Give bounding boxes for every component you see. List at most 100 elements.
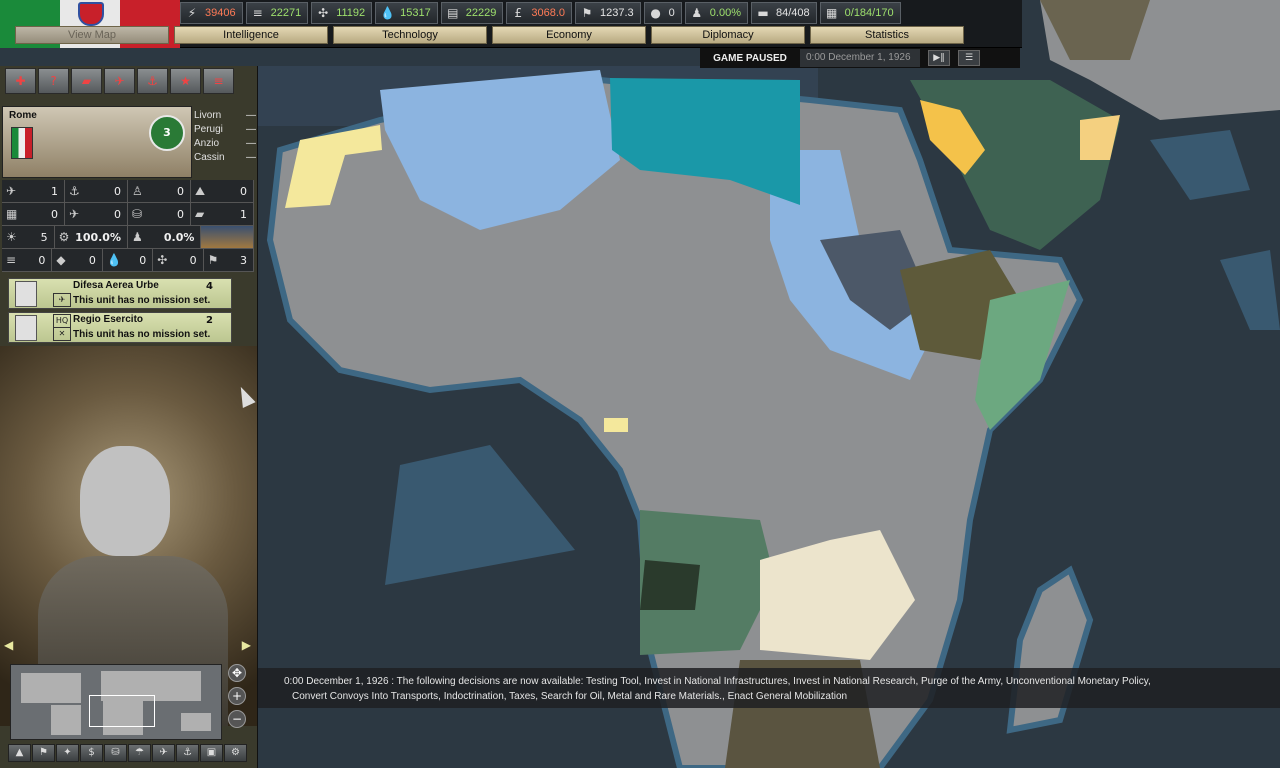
menu-button[interactable]: ☰ [958, 50, 980, 66]
nearby-province[interactable]: Anzio — [194, 138, 256, 152]
resource-nuke[interactable]: ● 0 [643, 2, 682, 24]
unit-card-air[interactable]: ✈ Difesa Aerea Urbe 4 This unit has no m… [8, 278, 232, 309]
anchor-icon[interactable]: ⚓ [137, 68, 168, 94]
stat-icon: ⛰ [195, 183, 206, 198]
game-paused-label: GAME PAUSED [713, 52, 787, 64]
zoom-in-icon[interactable]: + [228, 687, 246, 705]
supply-mode-icon[interactable]: ✦ [56, 744, 79, 762]
stat-value: 0 [177, 207, 184, 221]
tab-intelligence[interactable]: Intelligence [174, 26, 328, 44]
stat-icon: ⛁ [132, 207, 143, 221]
stat-cell: ▰ 1 [191, 203, 254, 225]
stat-cell: ⛁ 0 [128, 203, 191, 225]
resource-dissent[interactable]: ♟ 0.00% [684, 2, 748, 24]
stats-row: ✈ 1 ⚓ 0 ♙ 0 ⛰ 0 [2, 180, 254, 203]
plane-icon[interactable]: ✈ [104, 68, 135, 94]
infantry-icon: ✕ [53, 327, 71, 341]
production-toolbar: ✚ ? ▰ ✈ ⚓ ★ ≡ [5, 68, 234, 94]
resource-money[interactable]: £3068.0 [506, 2, 572, 24]
resource-transports[interactable]: ▬ 84/408 [750, 2, 817, 24]
supplies-icon: ▤ [447, 6, 459, 20]
nearby-province-name: Anzio [194, 138, 220, 149]
resource-oil[interactable]: 💧 15317 [375, 2, 438, 24]
tab-economy[interactable]: Economy [492, 26, 646, 44]
resource-rare-materials[interactable]: ✣ 11192 [311, 2, 373, 24]
stat-cell: ✈ 1 [2, 180, 65, 202]
savoy-crest-icon [78, 2, 104, 26]
province-card[interactable]: Rome 3 [2, 106, 192, 178]
stat-cell: ♙ 0 [128, 180, 191, 202]
resource-value: 0/184/170 [844, 7, 894, 19]
stat-value: 0 [139, 253, 147, 267]
leader-portrait-face [80, 446, 170, 556]
nearby-province[interactable]: Cassin — [194, 152, 256, 166]
province-flag-icon [11, 127, 33, 159]
tank-icon[interactable]: ▰ [71, 68, 102, 94]
settings-mode-icon[interactable]: ⚙ [224, 744, 247, 762]
resource-manpower[interactable]: ⚑ 1237.3 [575, 2, 641, 24]
next-arrow-icon[interactable]: ▶ [242, 638, 251, 652]
resource-value: 11192 [336, 7, 366, 19]
stat-icon: ▦ [6, 207, 18, 221]
zoom-fit-icon[interactable]: ✥ [228, 664, 246, 682]
resource-supplies[interactable]: ▤ 22229 [440, 2, 504, 24]
stat-icon: ⚓ [69, 184, 80, 198]
nearby-province[interactable]: Perugi — [194, 124, 256, 138]
stat-icon: 💧 [106, 253, 122, 267]
tab-view-map[interactable]: View Map [15, 26, 169, 44]
commander-portrait-icon [15, 315, 37, 341]
stat-cell: ✣ 0 [153, 249, 204, 271]
message-log[interactable]: 0:00 December 1, 1926 : The following de… [258, 668, 1280, 708]
political-mode-icon[interactable]: ⚑ [32, 744, 55, 762]
fighter-icon: ✈ [53, 293, 71, 307]
nearby-province[interactable]: Livorn — [194, 110, 256, 124]
prev-arrow-icon[interactable]: ◀ [4, 638, 13, 652]
economy-mode-icon[interactable]: $ [80, 744, 103, 762]
play-pause-button[interactable]: ▶‖ [928, 50, 950, 66]
stat-icon: ✈ [69, 207, 80, 221]
terrain-mode-icon[interactable]: ▲ [8, 744, 31, 762]
province-link-icon: — [246, 110, 256, 121]
transports-icon: ▬ [757, 6, 769, 20]
province-name: Rome [9, 110, 37, 121]
star-icon[interactable]: ★ [170, 68, 201, 94]
angola-dark [640, 560, 700, 610]
tab-diplomacy[interactable]: Diplomacy [651, 26, 805, 44]
stat-cell: ≡ 0 [2, 249, 53, 271]
left-panel: ✚ ? ▰ ✈ ⚓ ★ ≡ Rome 3 Livorn — Perugi — Anzio… [0, 66, 258, 768]
money-icon: £ [514, 6, 523, 20]
resource-energy[interactable]: ⚡ 39406 [180, 2, 243, 24]
zoom-out-icon[interactable]: − [228, 710, 246, 728]
nuke-icon: ● [650, 6, 661, 20]
resource-metal[interactable]: ≡ 22271 [245, 2, 309, 24]
resource-convoys[interactable]: ▦ 0/184/170 [819, 2, 901, 24]
stat-cell: ♟ 0.0% [128, 226, 202, 248]
air-mode-icon[interactable]: ✈ [152, 744, 175, 762]
tab-technology[interactable]: Technology [333, 26, 487, 44]
army-icon[interactable]: ✚ [5, 68, 36, 94]
convoys-icon: ▦ [825, 6, 838, 20]
nearby-province-name: Livorn [194, 110, 222, 121]
stat-icon: ♟ [132, 230, 143, 244]
unit-card-army[interactable]: HQ ✕ Regio Esercito 2 This unit has no m… [8, 312, 232, 343]
game-screen: ⚡ 39406 ≡ 22271 ✣ 11192 💧 15317 ▤ 22229 £3068.0 ⚑ 12… [0, 0, 1280, 768]
stat-cell: ⚑ 3 [203, 249, 255, 271]
weather-mode-icon[interactable]: ☂ [128, 744, 151, 762]
help-icon[interactable]: ? [38, 68, 69, 94]
minimap-viewport[interactable] [89, 695, 155, 727]
map-mode-buttons: ▲ ⚑ ✦ $ ⛁ ☂ ✈ ⚓ ▣ ⚙ [8, 744, 247, 762]
list-icon[interactable]: ≡ [203, 68, 234, 94]
unit-name: Difesa Aerea Urbe [73, 280, 159, 291]
stat-cell: ⛰ 0 [191, 180, 254, 202]
message-line: Convert Convoys Into Transports, Indoctr… [292, 691, 848, 702]
resource-mode-icon[interactable]: ⛁ [104, 744, 127, 762]
minimap[interactable] [10, 664, 222, 740]
tab-statistics[interactable]: Statistics [810, 26, 964, 44]
hq-icon: HQ [53, 314, 71, 328]
rare-materials-icon: ✣ [318, 6, 329, 20]
naval-mode-icon[interactable]: ⚓ [176, 744, 199, 762]
stat-icon: ♙ [132, 184, 143, 198]
stat-value: 0 [189, 253, 197, 267]
diplomacy-mode-icon[interactable]: ▣ [200, 744, 223, 762]
oil-icon: 💧 [380, 6, 396, 20]
